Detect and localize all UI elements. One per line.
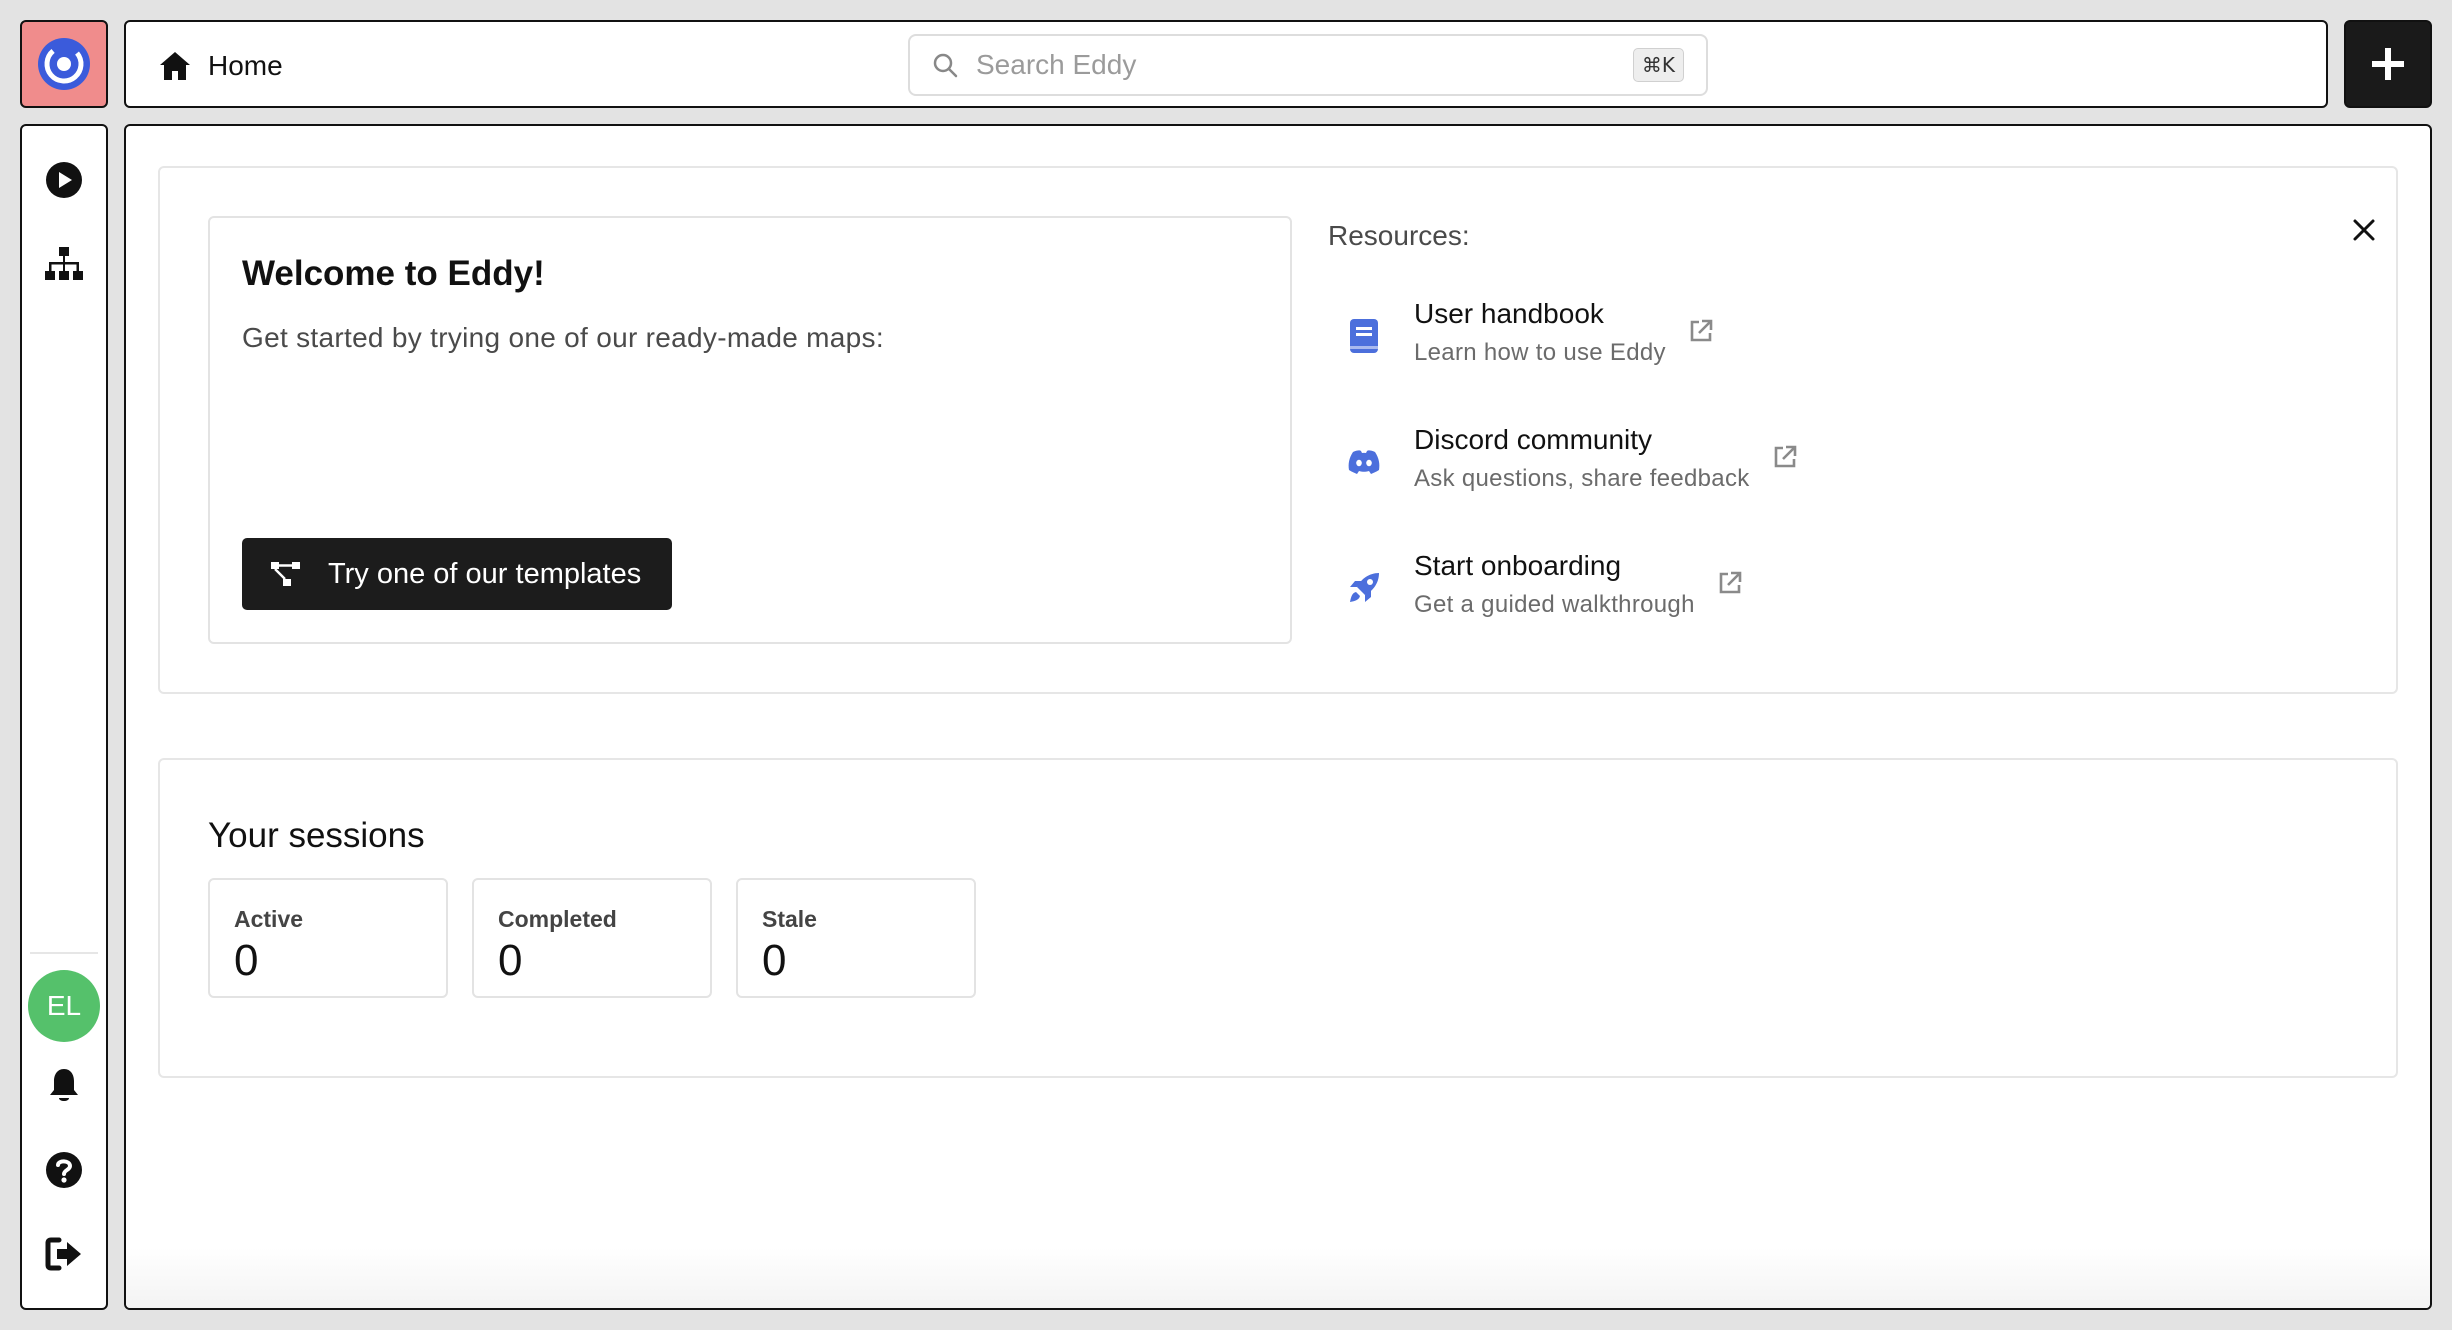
stat-completed[interactable]: Completed 0 xyxy=(472,878,712,998)
resource-title: Start onboarding xyxy=(1414,550,1622,581)
resources-heading: Resources: xyxy=(1328,220,1470,251)
try-templates-label: Try one of our templates xyxy=(328,557,642,590)
plus-icon xyxy=(2372,48,2404,80)
main-content: Welcome to Eddy! Get started by trying o… xyxy=(124,124,2432,1310)
resource-subtitle: Get a guided walkthrough xyxy=(1414,591,1695,618)
resource-text: Start onboarding Get a guided walkthroug… xyxy=(1414,548,1695,622)
resource-user-handbook[interactable]: User handbook Learn how to use Eddy xyxy=(1338,296,1714,376)
eddy-logo-icon xyxy=(38,38,90,90)
close-welcome-button[interactable] xyxy=(2346,212,2382,248)
search-shortcut-badge: ⌘K xyxy=(1632,48,1684,82)
sign-out-icon xyxy=(45,1237,81,1271)
top-bar: Home Search Eddy ⌘K xyxy=(124,20,2328,108)
stat-label: Stale xyxy=(762,906,817,932)
welcome-subtitle: Get started by trying one of our ready-m… xyxy=(242,322,884,353)
sidebar-item-notifications[interactable] xyxy=(44,1066,84,1106)
search-icon xyxy=(933,53,958,78)
resource-start-onboarding[interactable]: Start onboarding Get a guided walkthroug… xyxy=(1338,548,1743,628)
question-circle-icon xyxy=(46,1152,82,1188)
stat-active[interactable]: Active 0 xyxy=(208,878,448,998)
add-button[interactable] xyxy=(2344,20,2432,108)
sitemap-icon xyxy=(45,247,83,280)
welcome-card: Welcome to Eddy! Get started by trying o… xyxy=(158,166,2398,694)
sessions-title: Your sessions xyxy=(208,816,425,855)
resource-text: User handbook Learn how to use Eddy xyxy=(1414,296,1666,370)
resource-title: User handbook xyxy=(1414,298,1604,329)
stat-value: 0 xyxy=(234,936,259,985)
external-link-icon[interactable] xyxy=(1772,444,1798,470)
sidebar-divider xyxy=(30,952,98,954)
resource-text: Discord community Ask questions, share f… xyxy=(1414,422,1750,496)
welcome-panel: Welcome to Eddy! Get started by trying o… xyxy=(208,216,1292,644)
scroll-fade xyxy=(126,1248,2430,1308)
template-flow-icon xyxy=(271,562,300,586)
sessions-card: Your sessions Active 0 Completed 0 Stale… xyxy=(158,758,2398,1078)
user-avatar[interactable]: EL xyxy=(28,970,100,1042)
stat-label: Completed xyxy=(498,906,617,932)
resource-subtitle: Ask questions, share feedback xyxy=(1414,465,1750,492)
rocket-icon xyxy=(1338,548,1390,628)
sidebar-item-help[interactable] xyxy=(44,1150,84,1190)
resource-subtitle: Learn how to use Eddy xyxy=(1414,339,1666,366)
resource-title: Discord community xyxy=(1414,424,1653,455)
stat-value: 0 xyxy=(762,936,787,985)
stat-stale[interactable]: Stale 0 xyxy=(736,878,976,998)
discord-icon xyxy=(1338,422,1390,502)
sidebar-item-logout[interactable] xyxy=(44,1234,84,1274)
sidebar: EL xyxy=(20,124,108,1310)
search-input[interactable]: Search Eddy ⌘K xyxy=(908,34,1708,96)
bell-icon xyxy=(50,1069,78,1101)
external-link-icon[interactable] xyxy=(1717,570,1743,596)
stat-label: Active xyxy=(234,906,304,932)
external-link-icon[interactable] xyxy=(1688,318,1714,344)
home-breadcrumb[interactable]: Home xyxy=(158,46,283,86)
app-logo[interactable] xyxy=(20,20,108,108)
book-icon xyxy=(1338,296,1390,376)
resource-discord-community[interactable]: Discord community Ask questions, share f… xyxy=(1338,422,1798,502)
play-circle-icon xyxy=(46,162,82,198)
welcome-title: Welcome to Eddy! xyxy=(242,254,545,293)
sidebar-item-maps[interactable] xyxy=(44,244,84,284)
app-window: Home Search Eddy ⌘K EL Welcome to Eddy! … xyxy=(0,0,2452,1330)
close-icon xyxy=(2353,219,2375,241)
search-placeholder: Search Eddy xyxy=(976,49,1137,80)
stat-value: 0 xyxy=(498,936,523,985)
home-icon xyxy=(160,52,190,80)
sidebar-item-sessions[interactable] xyxy=(44,160,84,200)
try-templates-button[interactable]: Try one of our templates xyxy=(242,538,672,610)
home-label: Home xyxy=(208,50,283,81)
